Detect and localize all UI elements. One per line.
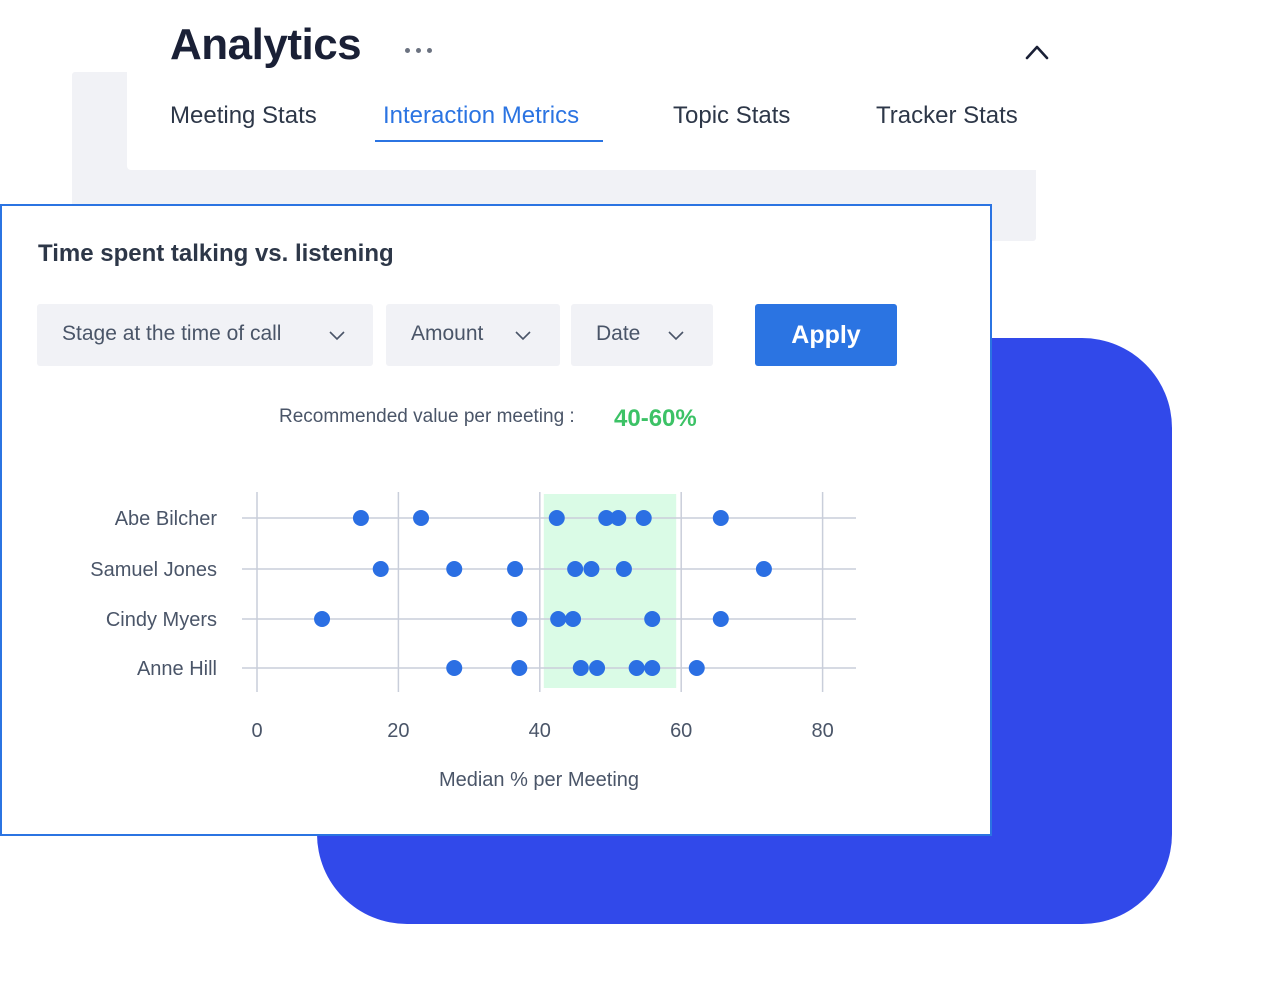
chevron-up-icon[interactable]	[1022, 38, 1052, 66]
data-point	[372, 561, 389, 577]
tab-tracker-stats[interactable]: Tracker Stats	[876, 102, 1018, 144]
more-horizontal-icon[interactable]	[402, 38, 436, 62]
data-point	[712, 510, 729, 526]
data-point	[507, 561, 524, 577]
x-axis-label: Median % per Meeting	[439, 769, 639, 791]
data-point	[635, 510, 652, 526]
data-point	[550, 611, 567, 627]
tab-bar: Meeting Stats Interaction Metrics Topic …	[0, 96, 1100, 146]
data-point	[610, 510, 627, 526]
tab-topic-stats[interactable]: Topic Stats	[673, 102, 790, 144]
data-point	[548, 510, 565, 526]
data-point	[712, 611, 729, 627]
y-tick-label: Samuel Jones	[90, 559, 217, 581]
data-point	[314, 611, 331, 627]
data-point	[565, 611, 582, 627]
data-point	[352, 510, 369, 526]
x-tick-label: 60	[670, 720, 692, 742]
y-tick-label: Cindy Myers	[106, 609, 217, 631]
data-point	[688, 660, 705, 676]
dot-plot-chart: Abe Bilcher Samuel Jones Cindy Myers Anne H…	[90, 492, 856, 791]
data-point	[644, 660, 661, 676]
tab-meeting-stats[interactable]: Meeting Stats	[170, 102, 317, 144]
data-point	[511, 611, 528, 627]
talk-listen-card: Time spent talking vs. listening Stage a…	[0, 204, 992, 836]
data-point	[628, 660, 645, 676]
active-tab-indicator	[375, 140, 603, 142]
x-tick-label: 0	[251, 720, 262, 742]
data-point	[446, 561, 463, 577]
data-point	[644, 611, 661, 627]
data-point	[615, 561, 632, 577]
data-point	[567, 561, 584, 577]
data-point	[755, 561, 772, 577]
x-tick-label: 80	[811, 720, 833, 742]
y-tick-label: Abe Bilcher	[115, 508, 218, 530]
x-tick-label: 40	[529, 720, 551, 742]
page-title: Analytics	[170, 20, 362, 69]
data-point	[413, 510, 430, 526]
data-point	[589, 660, 606, 676]
y-tick-label: Anne Hill	[137, 658, 217, 680]
data-point	[583, 561, 600, 577]
data-point	[572, 660, 589, 676]
tab-interaction-metrics[interactable]: Interaction Metrics	[383, 102, 579, 144]
x-tick-label: 20	[387, 720, 409, 742]
data-point	[446, 660, 463, 676]
data-point	[511, 660, 528, 676]
